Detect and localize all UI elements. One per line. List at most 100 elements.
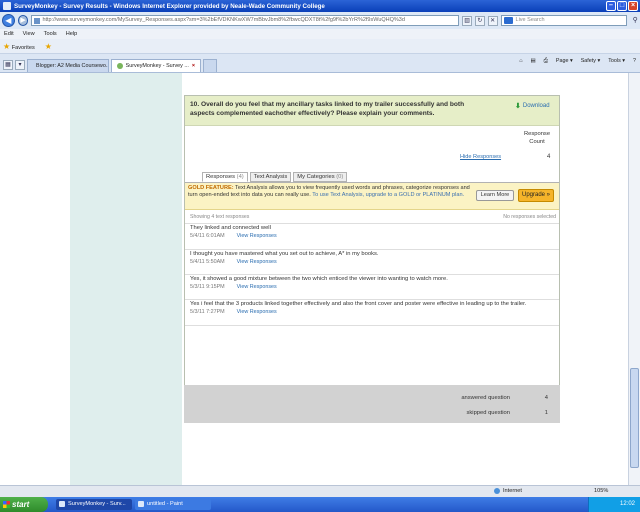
close-button[interactable]: × (628, 1, 638, 11)
left-teal-column (70, 73, 182, 485)
tab-blogger[interactable]: Blogger: A2 Media Coursewo... (27, 59, 109, 72)
response-text: I thought you have mastered what you set… (190, 251, 379, 257)
question-block: 10. Overall do you feel that my ancillar… (184, 95, 560, 421)
menu-help[interactable]: Help (66, 29, 78, 39)
forward-button[interactable]: ▶ (17, 15, 29, 26)
surveymonkey-icon (117, 63, 123, 69)
maximize-button[interactable]: □ (617, 1, 627, 11)
scrollbar-thumb[interactable] (630, 368, 639, 468)
tab-label: My Categories (297, 174, 335, 180)
learn-more-button[interactable]: Learn More (476, 190, 514, 201)
answered-value: 4 (544, 395, 548, 401)
skipped-value: 1 (544, 410, 548, 416)
taskbar-item-paint[interactable]: untitled - Paint (135, 499, 211, 510)
gold-feature-banner: GOLD FEATURE: Text Analysis allows you t… (185, 183, 559, 210)
tab-surveymonkey[interactable]: SurveyMonkey - Survey ... × (111, 59, 201, 72)
showing-count: Showing 4 text responses (190, 214, 250, 220)
menu-edit[interactable]: Edit (4, 29, 14, 39)
tools-menu[interactable]: Tools ▾ (608, 58, 625, 65)
address-url: http://www.surveymonkey.com/MySurvey_Res… (42, 17, 405, 23)
feeds-icon[interactable]: ▤ (530, 58, 535, 65)
response-item[interactable]: They linked and connected well 5/4/11 6:… (185, 223, 559, 240)
home-icon[interactable]: ⌂ (519, 58, 522, 65)
menu-bar: Edit View Tools Help (0, 29, 640, 39)
quick-tabs-icon[interactable]: ▦ (3, 60, 13, 70)
question-summary: answered question 4 skipped question 1 (184, 385, 560, 423)
tab-responses[interactable]: Responses (4) (202, 172, 248, 182)
skipped-label: skipped question (466, 410, 510, 416)
no-responses-selected: No responses selected (503, 214, 556, 220)
page-menu[interactable]: Page ▾ (556, 58, 573, 65)
command-bar: ⌂ ▤ ⎙ Page ▾ Safety ▾ Tools ▾ ? (519, 58, 636, 65)
response-date: 5/3/11 9:15PM (190, 284, 225, 290)
window-titlebar: SurveyMonkey - Survey Results - Windows … (0, 0, 640, 12)
response-item[interactable]: Yes i feel that the 3 products linked to… (185, 299, 559, 316)
start-button[interactable]: start (0, 497, 48, 512)
hide-responses-link[interactable]: Hide Responses (460, 154, 501, 160)
view-responses-link[interactable]: View Responses (237, 232, 277, 240)
window-controls: – □ × (606, 1, 638, 11)
window-title: SurveyMonkey - Survey Results - Windows … (14, 2, 325, 10)
new-tab[interactable] (203, 59, 217, 72)
close-tab-icon[interactable]: × (192, 60, 195, 72)
answered-label: answered question (461, 395, 510, 401)
system-tray: 12:02 (588, 497, 640, 512)
view-responses-link[interactable]: View Responses (237, 308, 277, 316)
gold-feature-lead: GOLD FEATURE: (188, 185, 234, 191)
response-tabs: Responses (4) Text Analysis My Categorie… (202, 172, 348, 182)
search-box[interactable]: Live Search (500, 15, 628, 26)
tab-count: (0) (336, 174, 344, 180)
tab-list-icon[interactable]: ▾ (15, 60, 25, 70)
security-zone: Internet (494, 488, 522, 494)
tab-label: Blogger: A2 Media Coursewo... (36, 62, 109, 69)
ie-task-icon (59, 501, 65, 507)
question-title: 10. Overall do you feel that my ancillar… (190, 101, 465, 117)
address-bar[interactable]: http://www.surveymonkey.com/MySurvey_Res… (31, 15, 460, 26)
favorites-bar: ★ Favorites ★ (0, 39, 640, 54)
response-date: 5/3/11 7:27PM (190, 309, 225, 315)
response-count-header: Response Count (523, 131, 551, 145)
response-item[interactable]: I thought you have mastered what you set… (185, 249, 559, 266)
download-label: Download (522, 103, 550, 109)
upgrade-button[interactable]: Upgrade » (518, 189, 554, 202)
status-bar: Internet 105% (0, 485, 640, 497)
refresh-icon[interactable]: ↻ (475, 15, 485, 26)
favorites-label: Favorites (11, 44, 35, 51)
stop-icon[interactable]: ✕ (487, 15, 498, 26)
response-date: 5/4/11 6:01AM (190, 233, 225, 239)
download-link[interactable]: ⬇ Download (515, 102, 550, 110)
zone-label: Internet (503, 488, 522, 494)
response-item[interactable]: Yes, it showed a good mixture between th… (185, 274, 559, 291)
gold-upgrade-text: To use Text Analysis, upgrade to a GOLD … (312, 192, 465, 199)
back-button[interactable]: ◀ (2, 14, 15, 27)
search-icon[interactable]: ⚲ (630, 16, 640, 26)
safety-menu[interactable]: Safety ▾ (581, 58, 601, 65)
add-favorite-icon[interactable]: ★ (45, 42, 52, 51)
zoom-level[interactable]: 105% (594, 488, 608, 494)
menu-view[interactable]: View (23, 29, 35, 39)
compatibility-icon[interactable]: ▥ (462, 15, 472, 26)
print-icon[interactable]: ⎙ (544, 58, 548, 65)
responses-bottom-divider (185, 325, 559, 326)
menu-tools[interactable]: Tools (44, 29, 57, 39)
tab-count: (4) (236, 174, 244, 180)
minimize-button[interactable]: – (606, 1, 616, 11)
ie-app-icon (3, 2, 11, 10)
download-arrow-icon: ⬇ (515, 103, 521, 110)
search-placeholder: Live Search (515, 17, 545, 23)
taskbar-item-surveymonkey[interactable]: SurveyMonkey - Surv... (56, 499, 132, 510)
view-responses-link[interactable]: View Responses (237, 283, 277, 291)
view-responses-link[interactable]: View Responses (237, 258, 277, 266)
response-text: They linked and connected well (190, 225, 271, 231)
paint-task-icon (138, 501, 144, 507)
windows-logo-icon (3, 501, 10, 508)
favorites-button[interactable]: ★ Favorites (3, 42, 35, 51)
favorites-star-icon: ★ (3, 41, 11, 51)
tab-text-analysis[interactable]: Text Analysis (249, 172, 292, 182)
tab-my-categories[interactable]: My Categories (0) (293, 172, 348, 182)
response-text: Yes, it showed a good mixture between th… (190, 276, 448, 282)
vertical-scrollbar[interactable] (628, 73, 640, 485)
response-date: 5/4/11 5:50AM (190, 259, 225, 265)
help-icon[interactable]: ? (633, 58, 636, 65)
task-label: SurveyMonkey - Surv... (68, 501, 126, 507)
